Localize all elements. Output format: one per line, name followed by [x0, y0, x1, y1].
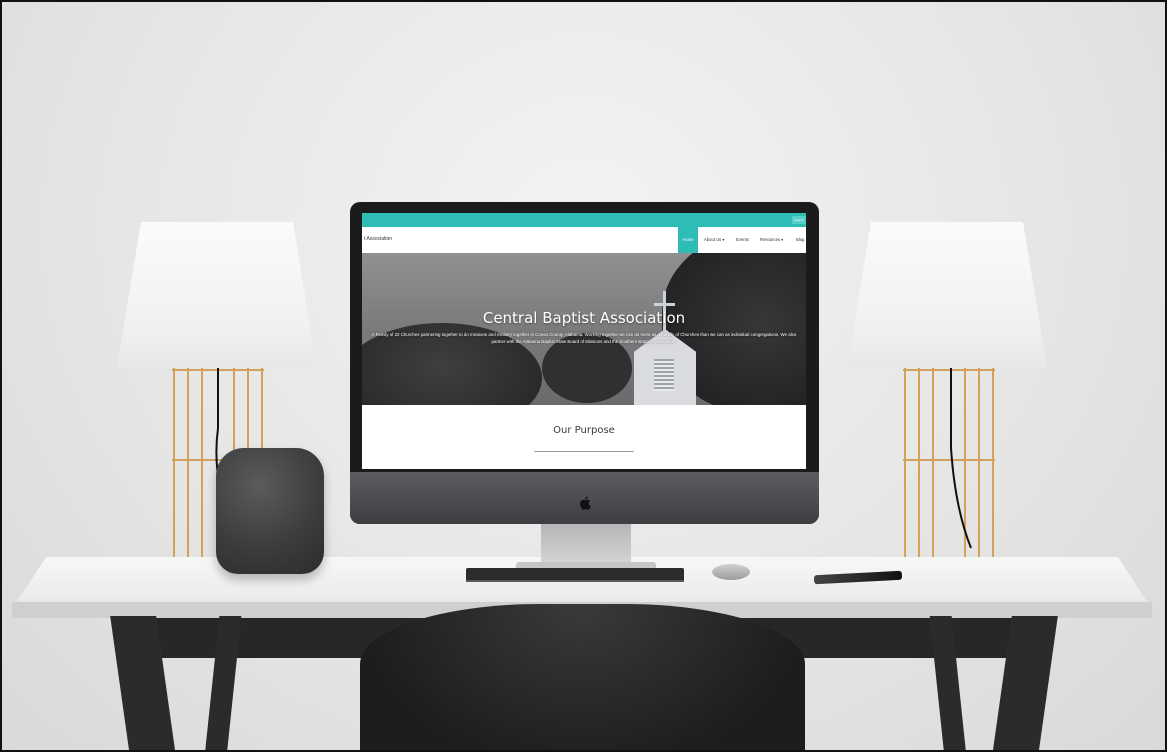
nav-blog[interactable]: Blog	[796, 227, 804, 253]
nav-about-us[interactable]: About Us ▾	[704, 227, 725, 253]
site-brand[interactable]: t Association	[364, 236, 392, 242]
website-screen: Search t Association Home About Us ▾ Eve…	[362, 213, 806, 469]
hero-banner: Central Baptist Association A Family of …	[362, 253, 806, 405]
lamp-shade	[117, 222, 317, 368]
lamp-base	[903, 368, 995, 560]
nav-resources[interactable]: Resources ▾	[760, 227, 783, 253]
mouse	[712, 564, 750, 580]
section-divider	[534, 451, 634, 452]
apple-logo-icon	[576, 494, 594, 512]
hero-title: Central Baptist Association	[482, 309, 686, 327]
search-button[interactable]: Search	[792, 216, 806, 224]
hero-description: A Family of 22 Churches partnering toget…	[371, 332, 797, 344]
steeple-vent	[654, 359, 674, 391]
section-title: Our Purpose	[553, 425, 615, 436]
navbar: t Association Home About Us ▾ Events Res…	[362, 227, 806, 253]
mockup-frame: Search t Association Home About Us ▾ Eve…	[0, 0, 1167, 752]
lamp-shade	[847, 222, 1047, 368]
keyboard	[466, 568, 684, 582]
cross-icon	[654, 303, 675, 306]
chair	[360, 604, 805, 750]
nav-home[interactable]: Home	[678, 227, 698, 253]
top-bar: Search	[362, 213, 806, 227]
nav-events[interactable]: Events	[736, 227, 749, 253]
smart-speaker	[216, 448, 324, 574]
monitor: Search t Association Home About Us ▾ Eve…	[350, 202, 819, 524]
